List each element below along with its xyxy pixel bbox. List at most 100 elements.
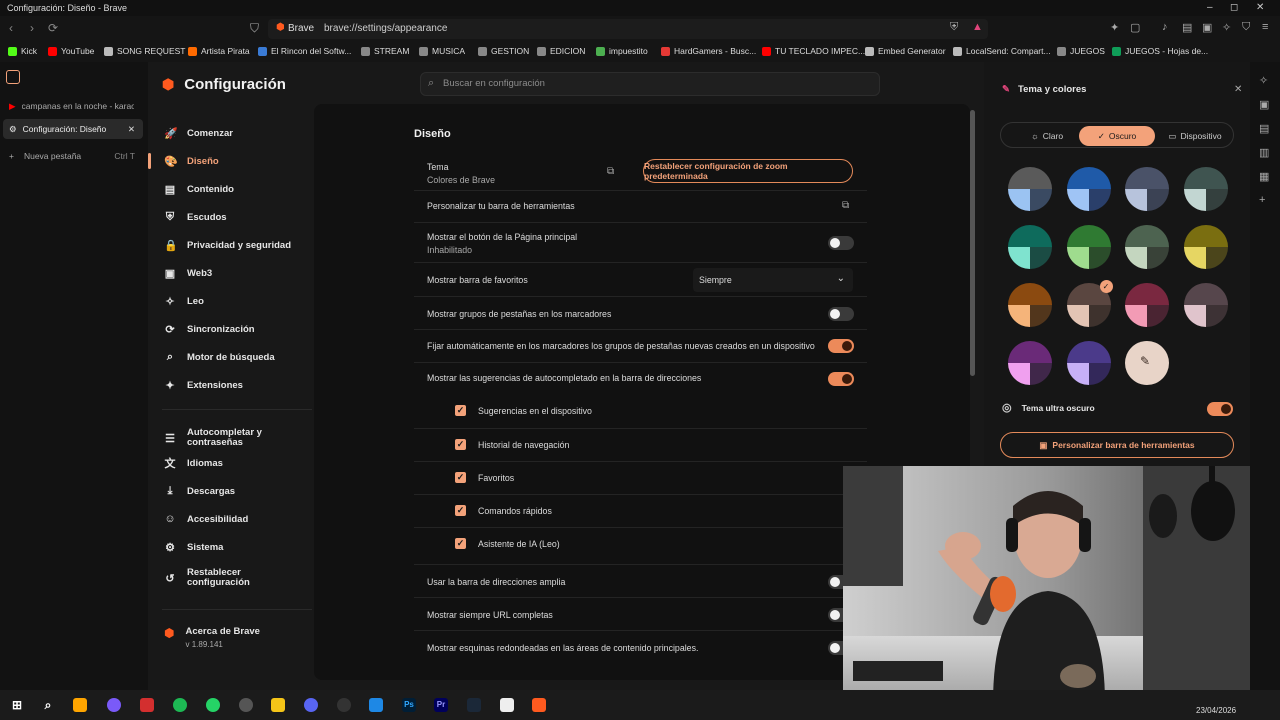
tab-settings[interactable]: ⚙ Configuración: Diseño ✕ — [3, 119, 143, 139]
vpn-icon[interactable]: ⛉ — [1242, 21, 1250, 34]
external-link-icon[interactable]: ⧉ — [842, 200, 849, 211]
settings-search-input[interactable]: ⌕ Buscar en configuración — [420, 72, 880, 96]
music-icon[interactable]: ♪ — [1162, 21, 1168, 33]
color-swatch[interactable] — [1008, 341, 1052, 385]
new-tab-button[interactable]: + Nueva pestaña Ctrl T — [3, 146, 143, 166]
tab-panel-toggle-icon[interactable] — [6, 70, 20, 84]
app-icon[interactable] — [239, 698, 253, 712]
windows-start-icon[interactable]: ⊞ — [10, 698, 24, 712]
pin-groups-toggle[interactable] — [828, 339, 854, 353]
checkbox[interactable]: ✓ — [455, 472, 466, 483]
nav-item-5[interactable]: ▣ Web3 — [148, 262, 314, 284]
nav-item-4[interactable]: 🔒 Privacidad y seguridad — [148, 234, 314, 256]
color-swatch[interactable] — [1125, 283, 1169, 327]
nav-item-6[interactable]: ✧ Leo — [148, 290, 314, 312]
nav-item-9[interactable]: ✦ Extensiones — [148, 374, 314, 396]
suggestion-check-row[interactable]: ✓ Favoritos — [414, 461, 867, 494]
bookmark-item[interactable]: TU TECLADO IMPEC... — [762, 46, 865, 56]
bookmark-item[interactable]: YouTube — [48, 46, 94, 56]
checkbox[interactable]: ✓ — [455, 505, 466, 516]
nav-item-7[interactable]: ⟳ Sincronización — [148, 318, 314, 340]
nav-item-2[interactable]: ▤ Contenido — [148, 178, 314, 200]
bookmark-item[interactable]: EDICION — [537, 46, 585, 56]
leo-icon[interactable]: ✧ — [1222, 21, 1231, 34]
app-icon[interactable] — [140, 698, 154, 712]
nav-item-3[interactable]: ☺ Accesibilidad — [148, 508, 314, 530]
color-swatch[interactable] — [1183, 283, 1228, 327]
ultra-dark-toggle[interactable] — [1207, 402, 1233, 416]
obs-icon[interactable] — [337, 698, 351, 712]
tab-karaoke[interactable]: ▶ campanas en la noche - karaok — [3, 96, 143, 116]
close-tab-icon[interactable]: ✕ — [128, 124, 135, 135]
menu-icon[interactable]: ≡ — [1262, 21, 1268, 33]
bookmark-item[interactable]: STREAM — [361, 46, 409, 56]
back-icon[interactable]: ‹ — [9, 21, 13, 35]
wallet-icon[interactable]: ▣ — [1202, 21, 1212, 34]
history-icon[interactable]: ▦ — [1259, 170, 1269, 183]
customize-toolbar-row[interactable]: Personalizar tu barra de herramientas ⧉ — [414, 190, 867, 222]
discord-icon[interactable] — [304, 698, 318, 712]
home-button-toggle[interactable] — [828, 236, 854, 250]
about-brave[interactable]: ⬢ Acerca de Brave v 1.89.141 — [164, 626, 260, 649]
custom-color-button[interactable]: ✎ — [1125, 341, 1169, 385]
search-icon[interactable]: ⌕ — [41, 698, 55, 712]
nav-item-2[interactable]: ⤓ Descargas — [148, 480, 314, 502]
spotify-icon[interactable] — [173, 698, 187, 712]
reload-icon[interactable]: ⟳ — [48, 21, 58, 35]
extensions-icon[interactable]: ✦ — [1110, 21, 1119, 34]
checkbox[interactable]: ✓ — [455, 405, 466, 416]
color-swatch[interactable] — [1183, 225, 1228, 269]
wallet-icon[interactable]: ▣ — [1259, 98, 1269, 111]
reading-list-icon[interactable]: ▤ — [1182, 21, 1192, 34]
bookmark-item[interactable]: Embed Generator — [865, 46, 946, 56]
url-text[interactable]: brave://settings/appearance — [324, 23, 447, 34]
color-swatch[interactable] — [1008, 225, 1052, 269]
premiere-icon[interactable]: Pr — [434, 698, 448, 712]
rewards-icon[interactable]: ▲ — [972, 21, 983, 33]
color-swatch[interactable] — [1008, 167, 1052, 211]
bookmark-item[interactable]: El Rincon del Softw... — [258, 46, 351, 56]
app-icon[interactable] — [73, 698, 87, 712]
app-icon[interactable] — [107, 698, 121, 712]
bookmarks-bar-select[interactable]: Siempre ⌄ — [693, 268, 853, 292]
app-icon[interactable] — [369, 698, 383, 712]
mode-light[interactable]: ☼ Claro — [1007, 126, 1087, 146]
reset-zoom-button[interactable]: Restablecer configuración de zoom predet… — [643, 159, 853, 183]
bookmark-item[interactable]: LocalSend: Compart... — [953, 46, 1051, 56]
bookmark-page-icon[interactable]: ⛉ — [250, 21, 259, 36]
address-bar[interactable]: ⬢ Brave brave://settings/appearance — [268, 19, 988, 39]
bookmark-item[interactable]: MUSICA — [419, 46, 465, 56]
whatsapp-icon[interactable] — [206, 698, 220, 712]
mode-dark[interactable]: ✓ Oscuro — [1079, 126, 1155, 146]
color-swatch[interactable] — [1125, 225, 1169, 269]
nav-item-1[interactable]: 🎨 Diseño — [148, 150, 314, 172]
bookmark-item[interactable]: JUEGOS - Hojas de... — [1112, 46, 1208, 56]
nav-item-0[interactable]: ☰ Autocompletar y contraseñas — [148, 424, 314, 452]
nav-item-8[interactable]: ⌕ Motor de búsqueda — [148, 346, 314, 368]
close-panel-icon[interactable]: ✕ — [1234, 84, 1242, 95]
bookmark-item[interactable]: GESTION — [478, 46, 529, 56]
checkbox[interactable]: ✓ — [455, 538, 466, 549]
suggestion-check-row[interactable]: ✓ Historial de navegación — [414, 428, 867, 461]
app-icon[interactable] — [500, 698, 514, 712]
customize-toolbar-button[interactable]: ▣ Personalizar barra de herramientas — [1000, 432, 1234, 458]
color-swatch[interactable] — [1066, 225, 1111, 269]
photoshop-icon[interactable]: Ps — [402, 698, 416, 712]
color-swatch[interactable] — [1066, 167, 1111, 211]
bookmark-item[interactable]: Kick — [8, 46, 37, 56]
suggestion-check-row[interactable]: ✓ Asistente de IA (Leo) — [414, 527, 867, 560]
bookmark-item[interactable]: Artista Pirata — [188, 46, 250, 56]
scrollbar[interactable] — [970, 110, 975, 376]
brave-icon[interactable] — [532, 698, 546, 712]
file-explorer-icon[interactable] — [271, 698, 285, 712]
color-swatch[interactable] — [1008, 283, 1052, 327]
shields-icon[interactable]: ⛨ — [950, 21, 958, 34]
bookmarks-icon[interactable]: ▤ — [1259, 122, 1269, 135]
sidebar-icon[interactable]: ▢ — [1130, 21, 1140, 34]
external-link-icon[interactable]: ⧉ — [607, 166, 614, 177]
bookmark-item[interactable]: JUEGOS — [1057, 46, 1105, 56]
checkbox[interactable]: ✓ — [455, 439, 466, 450]
suggestion-check-row[interactable]: ✓ Comandos rápidos — [414, 494, 867, 527]
leo-icon[interactable]: ✧ — [1259, 74, 1268, 87]
nav-item-4[interactable]: ⚙ Sistema — [148, 536, 314, 558]
